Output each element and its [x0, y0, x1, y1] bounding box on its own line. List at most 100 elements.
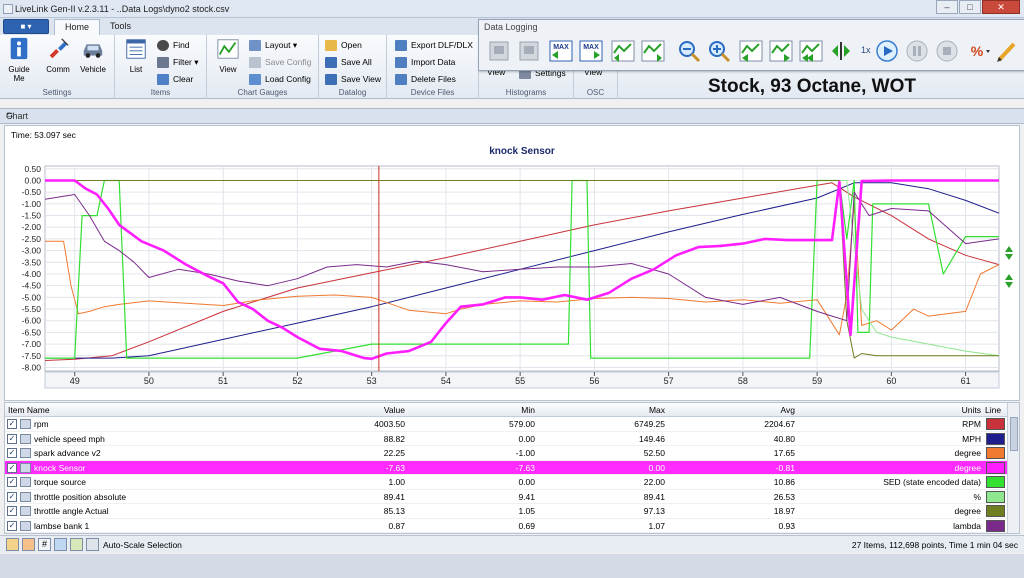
table-row[interactable]: ✓ spark advance v2 22.25 -1.00 52.50 17.65 deg…: [5, 446, 1009, 461]
col-header-min[interactable]: Min: [435, 403, 535, 417]
list-button[interactable]: List: [119, 37, 153, 74]
pen-icon[interactable]: [995, 39, 1019, 63]
row-units: lambda: [953, 520, 981, 531]
line-color-swatch[interactable]: [986, 505, 1005, 517]
table-row[interactable]: ✓ knock Sensor -7.63 -7.63 0.00 -0.81 degree: [5, 460, 1009, 475]
col-header-avg[interactable]: Avg: [695, 403, 796, 417]
gauge-icon: [20, 419, 31, 429]
row-value: 88.82: [383, 433, 405, 444]
table-row[interactable]: ✓ throttle position absolute 89.41 9.41 89.4…: [5, 490, 1009, 504]
chart-panel-header: Chart ⮀: [0, 108, 1024, 124]
col-header-max[interactable]: Max: [565, 403, 665, 417]
filter-button[interactable]: Filter ▾: [157, 55, 199, 69]
max-prev-icon[interactable]: MAX: [549, 39, 573, 63]
line-color-swatch[interactable]: [986, 418, 1005, 430]
minimize-button[interactable]: –: [936, 0, 958, 14]
row-checkbox[interactable]: ✓: [7, 506, 17, 516]
page-right-icon[interactable]: [829, 39, 853, 63]
save-all-button[interactable]: Save All: [325, 55, 372, 69]
save-view-button[interactable]: Save View: [325, 72, 381, 86]
pause-icon[interactable]: [905, 39, 929, 63]
auto-scale-icon[interactable]: [86, 538, 99, 551]
axis-edit-icon[interactable]: [22, 538, 35, 551]
clear-button[interactable]: Clear: [157, 72, 193, 86]
window-bottom-edge: [0, 554, 1024, 578]
percent-icon[interactable]: %: [967, 39, 991, 63]
import-button[interactable]: Import Data: [395, 55, 455, 69]
annotation-label: Stock, 93 Octane, WOT: [708, 76, 916, 97]
row-name: throttle angle Actual: [34, 506, 109, 516]
stop-icon[interactable]: [935, 39, 959, 63]
log-clear-icon[interactable]: [517, 39, 541, 63]
line-style-icon[interactable]: [70, 538, 83, 551]
row-checkbox[interactable]: ✓: [7, 520, 17, 531]
col-header-name[interactable]: Item Name: [8, 403, 208, 417]
col-header-line[interactable]: Line: [985, 403, 1007, 417]
log-settings-icon[interactable]: [487, 39, 511, 63]
pin-icon[interactable]: ⮀: [6, 110, 1016, 121]
line-color-swatch[interactable]: [986, 461, 1005, 474]
play-icon[interactable]: [875, 39, 899, 63]
open-button[interactable]: Open: [325, 38, 362, 52]
line-color-swatch[interactable]: [986, 447, 1005, 459]
find-button[interactable]: Find: [157, 38, 190, 52]
row-checkbox[interactable]: ✓: [7, 448, 17, 458]
col-header-units[interactable]: Units: [865, 403, 981, 417]
marker-next-icon[interactable]: [641, 39, 665, 63]
row-min: 1.05: [518, 506, 535, 516]
col-header-value[interactable]: Value: [305, 403, 405, 417]
scrollbar-thumb[interactable]: [1010, 417, 1018, 451]
export-button[interactable]: Export DLF/DLX: [395, 38, 473, 52]
marker-prev-icon[interactable]: [611, 39, 635, 63]
row-checkbox[interactable]: ✓: [7, 419, 17, 429]
zoom-in-icon[interactable]: [707, 39, 731, 63]
vehicle-button[interactable]: Vehicle: [76, 37, 110, 74]
table-row[interactable]: ✓ lambse bank 1 0.87 0.69 1.07 0.93 lambda: [5, 519, 1009, 533]
chart-svg[interactable]: 0.500.00 -0.50 -1.00 -1.50-2.00 -2.50 -3.00-3…: [5, 126, 1019, 400]
layout-button[interactable]: Layout ▾: [249, 38, 297, 52]
tab-tools[interactable]: Tools: [100, 19, 141, 35]
table-row[interactable]: ✓ vehicle speed mph 88.82 0.00 149.46 40.80 MP…: [5, 432, 1009, 446]
display-icon[interactable]: [54, 538, 67, 551]
quick-access-icon[interactable]: [3, 4, 13, 14]
line-color-swatch[interactable]: [986, 432, 1005, 445]
line-color-swatch[interactable]: [986, 490, 1005, 503]
tab-home[interactable]: Home: [54, 19, 101, 35]
number-format-icon[interactable]: #: [38, 538, 51, 551]
close-button[interactable]: ✕: [982, 0, 1020, 14]
step-right-icon[interactable]: [769, 39, 793, 63]
zoom-out-icon[interactable]: [677, 39, 701, 63]
table-row[interactable]: ✓ torque source 1.00 0.00 22.00 10.86 SED (sta…: [5, 475, 1009, 490]
page-left-icon[interactable]: [799, 39, 823, 63]
auto-scale-label[interactable]: Auto-Scale Selection: [103, 540, 182, 550]
line-color-swatch[interactable]: [986, 476, 1005, 488]
ribbon-group-chart-gauges: View Layout ▾ Save Config Load Config Ch…: [207, 35, 319, 99]
row-avg: 26.53: [773, 491, 795, 502]
table-scrollbar[interactable]: [1007, 403, 1019, 533]
playback-speed[interactable]: 1x: [861, 45, 871, 55]
guide-me-button[interactable]: Guide Me: [2, 37, 36, 83]
max-next-icon[interactable]: MAX: [579, 39, 603, 63]
save-config-button[interactable]: Save Config: [249, 55, 311, 69]
svg-text:MAX: MAX: [583, 44, 599, 51]
axis-settings-icon[interactable]: [6, 538, 19, 551]
row-checkbox[interactable]: ✓: [7, 491, 17, 502]
table-row[interactable]: ✓ throttle angle Actual 85.13 1.05 97.13 18.9…: [5, 504, 1009, 519]
row-checkbox[interactable]: ✓: [7, 433, 17, 444]
comm-button[interactable]: Comm: [41, 37, 75, 74]
row-checkbox[interactable]: ✓: [7, 462, 17, 473]
table-row[interactable]: ✓ rpm 4003.50 579.00 6749.25 2204.67 RPM: [5, 417, 1009, 432]
row-min: 9.41: [518, 491, 535, 502]
export-icon: [395, 40, 407, 51]
chart-view-button[interactable]: View: [211, 37, 245, 74]
line-color-swatch[interactable]: [986, 519, 1005, 532]
y-tick-label: -6.50: [22, 327, 42, 337]
maximize-button[interactable]: □: [959, 0, 981, 14]
load-config-button[interactable]: Load Config: [249, 72, 311, 86]
step-left-icon[interactable]: [739, 39, 763, 63]
app-menu-button[interactable]: ■ ▾: [3, 19, 49, 34]
delete-files-button[interactable]: Delete Files: [395, 72, 456, 86]
ribbon-group-items: List Find Filter ▾ Clear Items: [115, 35, 207, 99]
chart-area[interactable]: 0.50 0.00 -0.50 -1.00 -1.50 -2.00 -2.50 -3.00 -3…: [4, 125, 1020, 401]
row-checkbox[interactable]: ✓: [7, 477, 17, 487]
